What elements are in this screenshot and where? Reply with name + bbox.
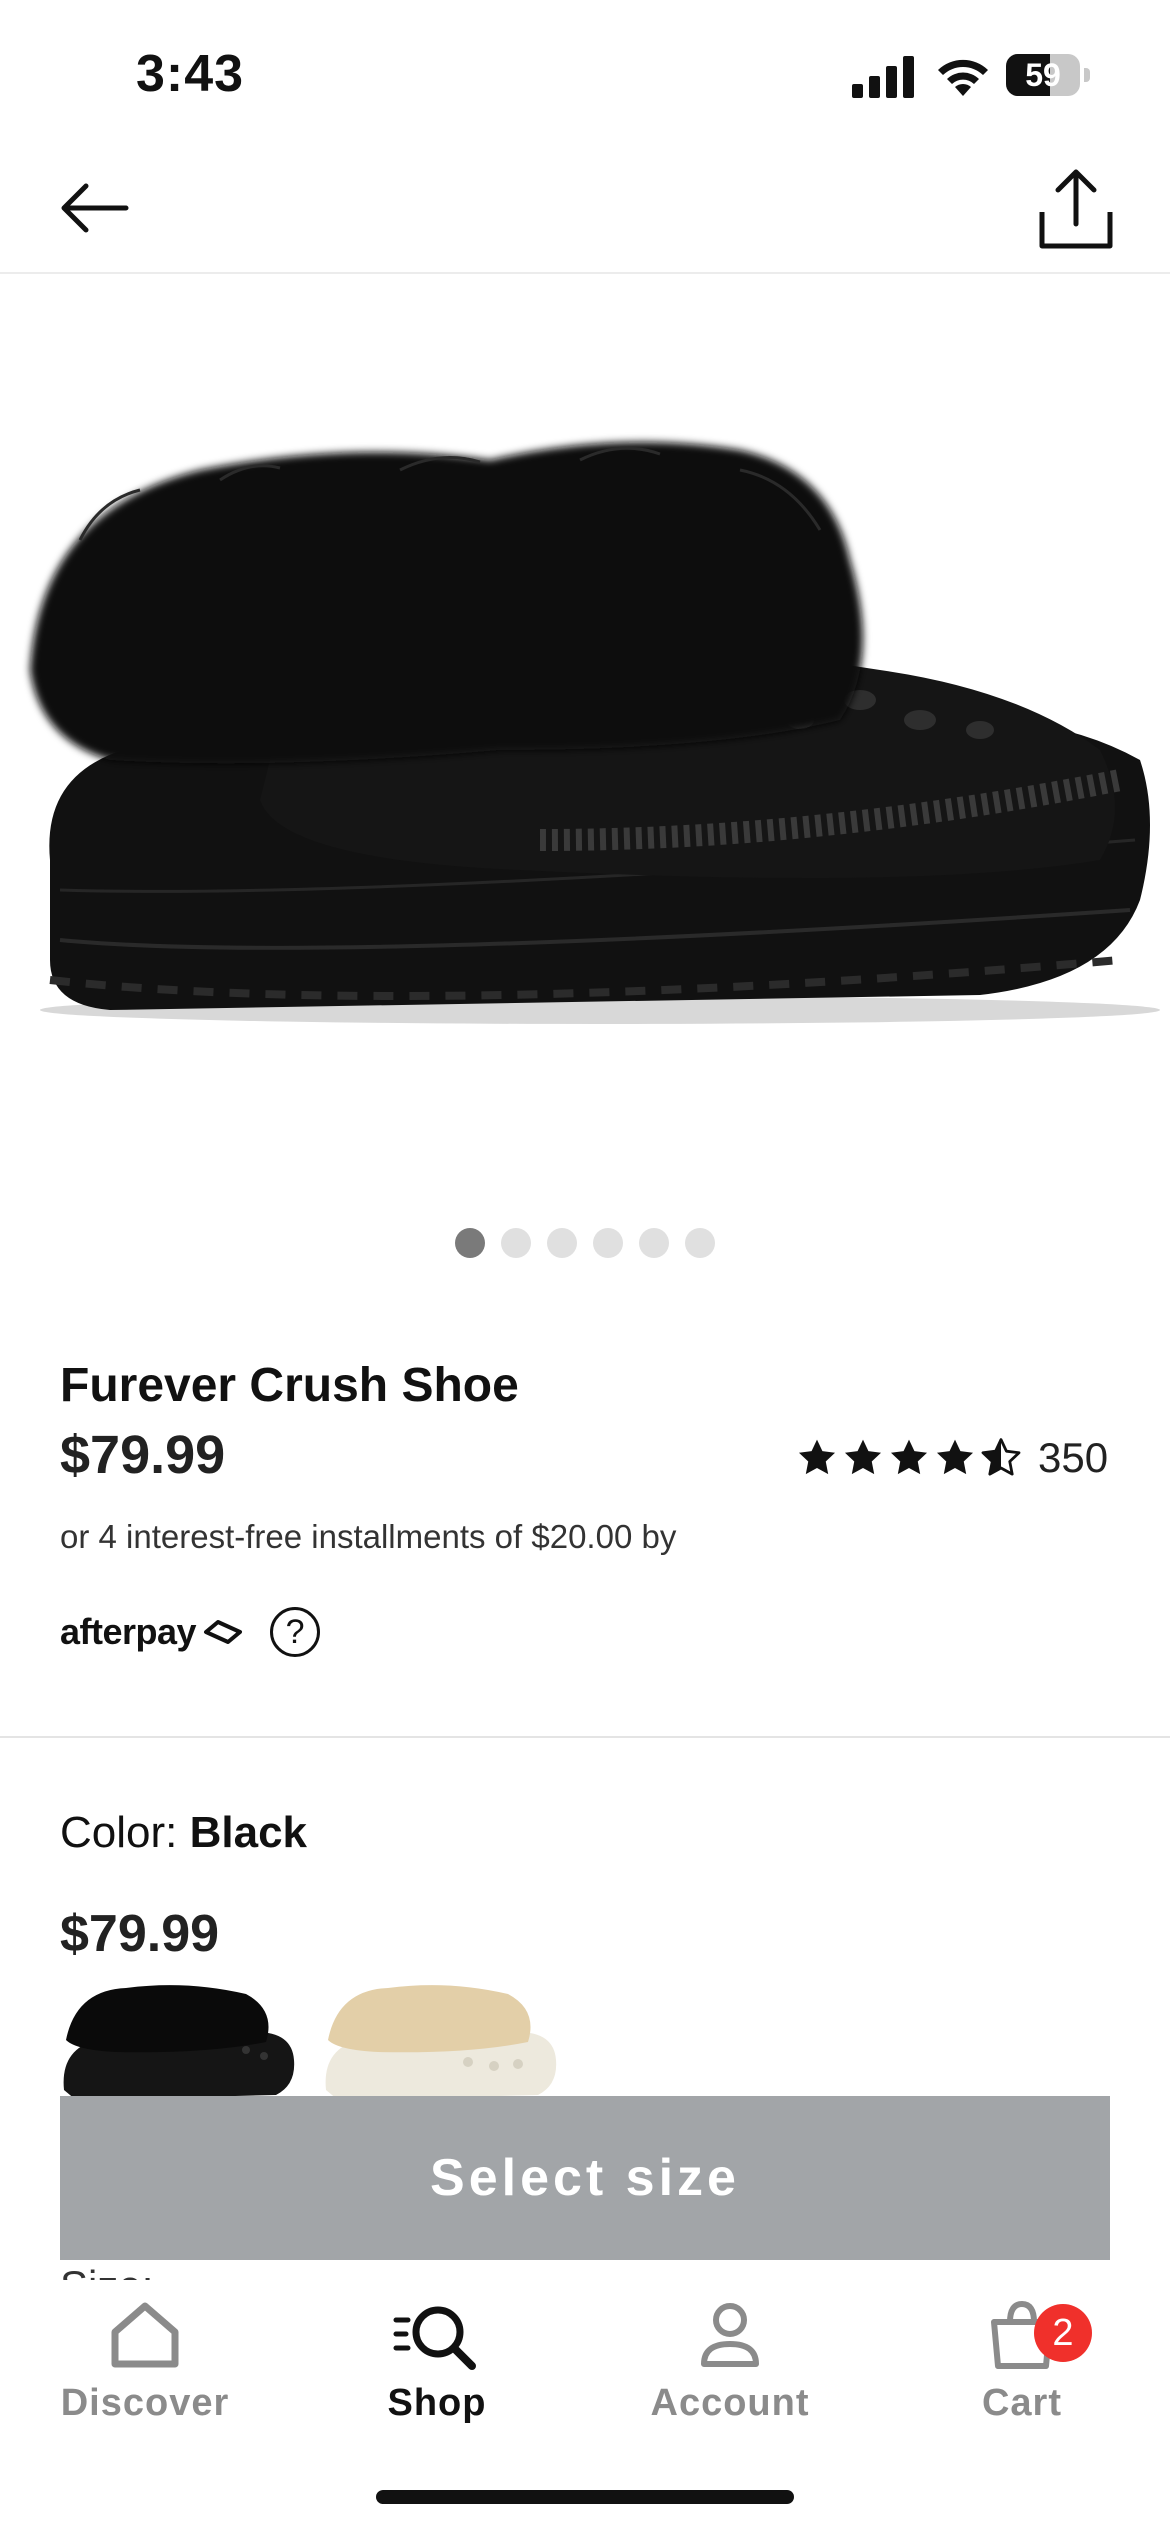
gallery-dot[interactable] [685, 1228, 715, 1258]
afterpay-wordmark: afterpay [60, 1611, 197, 1652]
section-divider [0, 1736, 1170, 1738]
star-icon [936, 1439, 974, 1475]
search-icon [393, 2306, 476, 2370]
gallery-dot[interactable] [501, 1228, 531, 1258]
rating[interactable]: 350 [796, 1430, 1108, 1486]
cart-count-badge: 2 [1034, 2304, 1092, 2362]
tab-discover-label: Discover [60, 2382, 230, 2424]
tab-account[interactable]: Account [600, 2298, 860, 2448]
afterpay-arrows-icon [204, 1620, 243, 1644]
select-size-button[interactable]: Select size [60, 2096, 1110, 2260]
star-icon [844, 1439, 882, 1475]
color-swatch-black[interactable] [56, 1980, 296, 2100]
color-label: Color: [60, 1808, 178, 1857]
gallery-dot[interactable] [639, 1228, 669, 1258]
product-name: Furever Crush Shoe [60, 1359, 519, 1412]
gallery-pagination [0, 1228, 1170, 1264]
product-image[interactable] [20, 420, 1160, 1040]
battery-level: 59 [1025, 57, 1061, 93]
star-icon [890, 1439, 928, 1475]
gallery-dot[interactable] [455, 1228, 485, 1258]
tab-shop[interactable]: Shop [307, 2298, 567, 2448]
tab-shop-label: Shop [387, 2382, 487, 2424]
color-value: Black [189, 1808, 308, 1857]
person-icon [701, 2303, 759, 2367]
back-arrow-icon[interactable] [56, 170, 132, 246]
afterpay-info-button[interactable]: ? [270, 1607, 321, 1657]
tab-cart[interactable]: 2 Cart [892, 2298, 1152, 2448]
header-divider [0, 272, 1170, 274]
home-indicator [376, 2490, 794, 2504]
rating-count: 350 [1038, 1434, 1109, 1481]
status-time: 3:43 [136, 45, 245, 103]
share-icon[interactable] [1036, 166, 1116, 252]
color-price: $79.99 [60, 1905, 220, 1963]
tab-account-label: Account [650, 2382, 810, 2424]
gallery-dot[interactable] [547, 1228, 577, 1258]
wifi-icon [938, 59, 988, 96]
half-star-icon [981, 1438, 1021, 1476]
signal-icon [852, 56, 914, 98]
star-icon [798, 1439, 836, 1475]
tab-cart-label: Cart [981, 2382, 1063, 2424]
color-selection: Color: Black [60, 1808, 307, 1858]
gallery-dot[interactable] [593, 1228, 623, 1258]
afterpay-logo: afterpay [60, 1611, 246, 1653]
product-price: $79.99 [60, 1425, 226, 1485]
color-swatch-cream[interactable] [318, 1980, 558, 2100]
afterpay-row: afterpay ? [60, 1604, 321, 1660]
tab-discover[interactable]: Discover [15, 2298, 275, 2448]
installments-text: or 4 interest-free installments of $20.0… [60, 1518, 677, 1555]
battery-icon: 59 [1006, 54, 1090, 100]
home-icon [111, 2302, 179, 2368]
